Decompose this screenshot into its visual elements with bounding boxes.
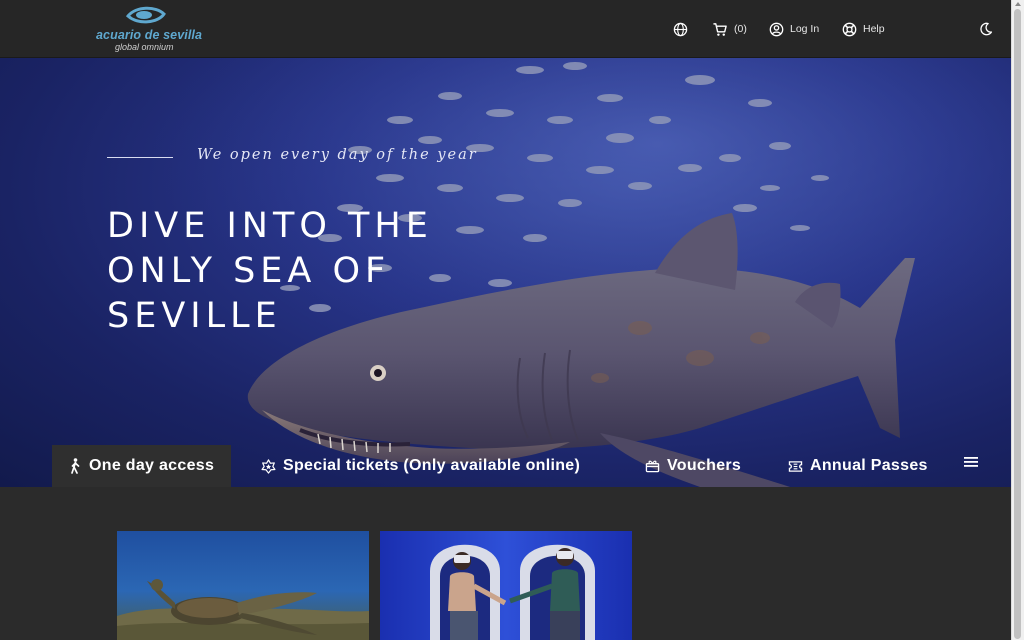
globe-icon [673,22,688,36]
scrollbar-thumb[interactable] [1014,9,1021,639]
dark-mode-toggle[interactable] [979,20,993,38]
card-vr-experience[interactable] [380,531,632,640]
language-button[interactable] [673,20,688,38]
page-scrollbar[interactable] [1011,0,1024,640]
hero-banner: We open every day of the year DIVE INTO … [0,58,1012,487]
scroll-up-arrow-icon[interactable] [1015,2,1021,6]
cart-icon [713,22,727,36]
tab-vouchers[interactable]: Vouchers [645,445,741,487]
login-label: Log In [790,23,820,35]
vr-experience-photo [380,531,632,640]
help-label: Help [863,23,885,35]
site-header: acuario de sevilla global omnium (0) Log… [0,0,1012,58]
help-icon [842,22,857,36]
star-badge-icon [261,458,276,474]
walking-person-icon [71,458,80,474]
tab-label: One day access [89,457,215,474]
card-sea-turtle[interactable] [117,531,369,640]
hamburger-menu-icon [964,457,978,467]
tagline-divider [107,157,173,158]
help-button[interactable]: Help [842,20,885,38]
tab-annual-passes[interactable]: Annual Passes [788,445,928,487]
user-icon [769,22,784,36]
ticket-tabs: One day access Special tickets (Only ava… [0,445,1012,487]
tab-special-tickets[interactable]: Special tickets (Only available online) [261,445,580,487]
ticket-icon [788,460,803,472]
hero-tagline: We open every day of the year [197,147,478,163]
fish-logo-icon [126,6,166,24]
cart-button[interactable]: (0) [712,20,747,38]
logo-name: acuario de sevilla [96,28,203,42]
cart-count: (0) [734,23,747,35]
tab-label: Annual Passes [810,457,928,474]
gift-icon [645,460,660,473]
logo-subtitle: global omnium [115,42,174,52]
sea-turtle-photo [117,531,369,640]
tabs-menu-button[interactable] [964,455,979,473]
site-logo[interactable]: acuario de sevilla global omnium [96,4,206,54]
moon-icon [980,22,993,36]
tab-label: Vouchers [667,457,742,474]
tab-one-day-access[interactable]: One day access [52,445,232,487]
hero-title: DIVE INTO THE ONLY SEA OF SEVILLE [107,206,433,336]
login-button[interactable]: Log In [769,20,819,38]
tab-label: Special tickets (Only available online) [283,457,581,474]
